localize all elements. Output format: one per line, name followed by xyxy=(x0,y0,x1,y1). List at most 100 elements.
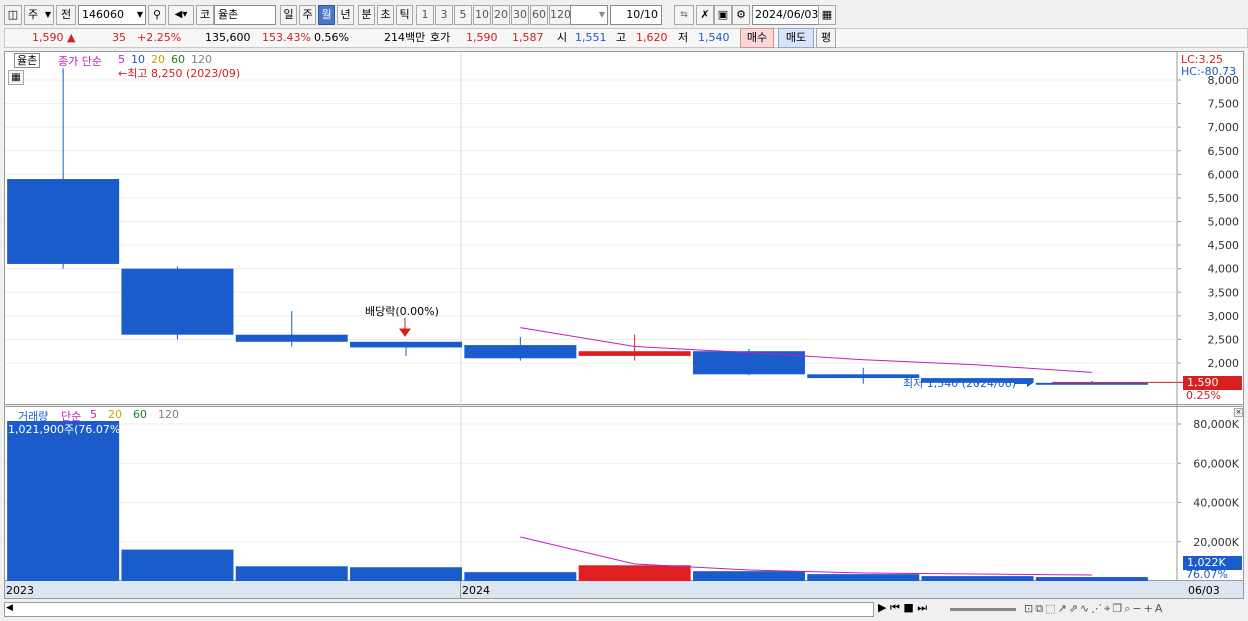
chevron-down-icon: ▼ xyxy=(598,10,605,19)
price-value: 1,590 xyxy=(32,31,64,44)
volume-ma-60: 60 xyxy=(133,408,147,421)
eval-button[interactable]: 평 xyxy=(816,28,836,48)
interval-select[interactable]: ▼ xyxy=(570,5,608,25)
drawing-tools: ⊡⧉⬚↗⇗∿⋰⌖❐⌕−+A xyxy=(1024,602,1164,616)
interval-button-30[interactable]: 30 xyxy=(511,5,529,25)
interval-button-3[interactable]: 3 xyxy=(435,5,453,25)
volume-bar xyxy=(692,571,805,581)
candle-body xyxy=(464,345,577,359)
candle-body xyxy=(578,351,691,356)
search-icon[interactable]: ⚲ xyxy=(148,5,166,25)
trend-line-icon[interactable]: ↗ xyxy=(1057,602,1068,615)
dividend-arrow-icon xyxy=(399,318,411,337)
volume-ma-120: 120 xyxy=(158,408,179,421)
zoom-slider[interactable] xyxy=(950,608,1016,611)
interval-button-120[interactable]: 120 xyxy=(549,5,571,25)
quote-change: 35 xyxy=(112,31,126,44)
gear-icon[interactable]: ⚙ xyxy=(732,5,750,25)
period-button-0[interactable]: 일 xyxy=(280,5,297,25)
stop-icon[interactable]: ■ xyxy=(903,601,913,614)
fibonacci-icon[interactable]: ⋰ xyxy=(1091,602,1104,615)
period-button-4[interactable]: 분 xyxy=(358,5,375,25)
speaker-icon[interactable]: ◀▾ xyxy=(168,5,194,25)
price-chart-panel[interactable]: 8,000 7,500 7,000 6,500 6,000 5,500 5,000 4,500… xyxy=(4,51,1244,406)
quote-low: 1,540 xyxy=(698,31,730,44)
sell-button[interactable]: 매도 xyxy=(778,28,814,48)
interval-button-60[interactable]: 60 xyxy=(530,5,548,25)
current-price-pct: 0.25% xyxy=(1186,389,1221,402)
price-y-label: 7,000 xyxy=(1208,121,1240,134)
volume-bar xyxy=(7,421,120,581)
quote-ask: 1,590 xyxy=(466,31,498,44)
count-field[interactable]: 10/10 xyxy=(610,5,662,25)
layout-icon[interactable]: ◫ xyxy=(4,5,22,25)
dividend-label: 배당락(0.00%) xyxy=(365,305,439,318)
code-value: 146060 xyxy=(82,8,124,21)
price-y-label: 4,500 xyxy=(1208,239,1240,252)
link-icon[interactable]: ⇆ xyxy=(674,5,694,25)
date-input[interactable]: 2024/06/03 xyxy=(752,5,820,25)
layers-icon[interactable]: ❐ xyxy=(1112,602,1124,615)
period-button-2[interactable]: 월 xyxy=(318,5,335,25)
toolbar: ◫ 주 ▼ 전 146060 ▼ ⚲ ◀▾ 코 율촌 일주월년분초틱 1 3 5 10 20… xyxy=(0,0,1248,28)
save-icon[interactable]: ▣ xyxy=(714,5,732,25)
grid-toggle-icon[interactable]: ▦ xyxy=(8,70,24,85)
buy-button[interactable]: 매수 xyxy=(740,28,774,48)
copy-icon[interactable]: ⧉ xyxy=(1035,602,1045,615)
volume-ma-20: 20 xyxy=(108,408,122,421)
interval-button-20[interactable]: 20 xyxy=(492,5,510,25)
scroll-bar[interactable] xyxy=(4,602,874,617)
volume-ma-5: 5 xyxy=(90,408,97,421)
candle-body xyxy=(350,341,463,348)
price-y-label: 2,000 xyxy=(1208,357,1240,370)
stock-name-field[interactable]: 율촌 xyxy=(214,5,276,25)
period-button-5[interactable]: 초 xyxy=(377,5,394,25)
volume-bar xyxy=(350,567,463,581)
max-price-label: ←최고 8,250 (2023/09) xyxy=(118,67,241,80)
price-y-label: 3,000 xyxy=(1208,310,1240,323)
parallel-line-icon[interactable]: ⇗ xyxy=(1069,602,1080,615)
code-input[interactable]: 146060 ▼ xyxy=(78,5,146,25)
low-label: 저 xyxy=(678,31,689,44)
interval-button-10[interactable]: 10 xyxy=(473,5,491,25)
rewind-icon[interactable]: ⏮ xyxy=(890,601,900,614)
crop-icon[interactable]: ⊡ xyxy=(1024,602,1035,615)
price-y-label: 7,500 xyxy=(1208,98,1240,111)
price-chart: 8,0007,5007,0006,5006,0005,5005,0004,500… xyxy=(5,52,1240,406)
period-button-6[interactable]: 틱 xyxy=(396,5,413,25)
wave-icon[interactable]: ∿ xyxy=(1080,602,1091,615)
period-type-select[interactable]: 주 ▼ xyxy=(24,5,54,25)
quote-volume-ratio: 153.43% xyxy=(262,31,311,44)
candle-body xyxy=(7,179,120,264)
price-y-label: 5,000 xyxy=(1208,216,1240,229)
volume-chart-panel[interactable]: 80,000K 60,000K 40,000K 20,000K xyxy=(4,406,1244,582)
zoom-out-icon[interactable]: − xyxy=(1132,602,1143,615)
period-button-3[interactable]: 년 xyxy=(337,5,354,25)
code-prefix-button[interactable]: 코 xyxy=(196,5,214,25)
zoom-in-icon[interactable]: + xyxy=(1144,602,1155,615)
select-icon[interactable]: ⬚ xyxy=(1045,602,1057,615)
interval-button-5[interactable]: 5 xyxy=(454,5,472,25)
play-icon[interactable]: ▶ xyxy=(878,601,886,614)
price-indicator-label: 종가 단순 xyxy=(58,55,102,68)
candle-body xyxy=(235,334,348,342)
scroll-left-icon[interactable]: ◀ xyxy=(6,603,13,613)
calendar-icon[interactable]: ▦ xyxy=(818,5,836,25)
volume-y-label: 20,000K xyxy=(1193,536,1239,549)
close-icon[interactable]: × xyxy=(1234,408,1243,417)
chevron-down-icon: ▼ xyxy=(44,10,51,19)
price-y-label: 6,000 xyxy=(1208,168,1240,181)
volume-y-label: 40,000K xyxy=(1193,497,1239,510)
quote-volume: 135,600 xyxy=(205,31,251,44)
fast-forward-icon[interactable]: ⏭ xyxy=(917,601,927,614)
volume-bar xyxy=(807,574,920,581)
market-button[interactable]: 전 xyxy=(56,5,76,25)
text-tool-icon[interactable]: A xyxy=(1155,602,1165,615)
crosshair-icon[interactable]: ✗ xyxy=(696,5,714,25)
quote-price: 1,590 ▲ xyxy=(32,28,75,48)
x-axis-label-2024: 2024 xyxy=(462,584,490,597)
period-button-1[interactable]: 주 xyxy=(299,5,316,25)
interval-button-1[interactable]: 1 xyxy=(416,5,434,25)
candle-body xyxy=(1035,382,1148,385)
current-price-tag: 1,590 xyxy=(1183,376,1242,390)
